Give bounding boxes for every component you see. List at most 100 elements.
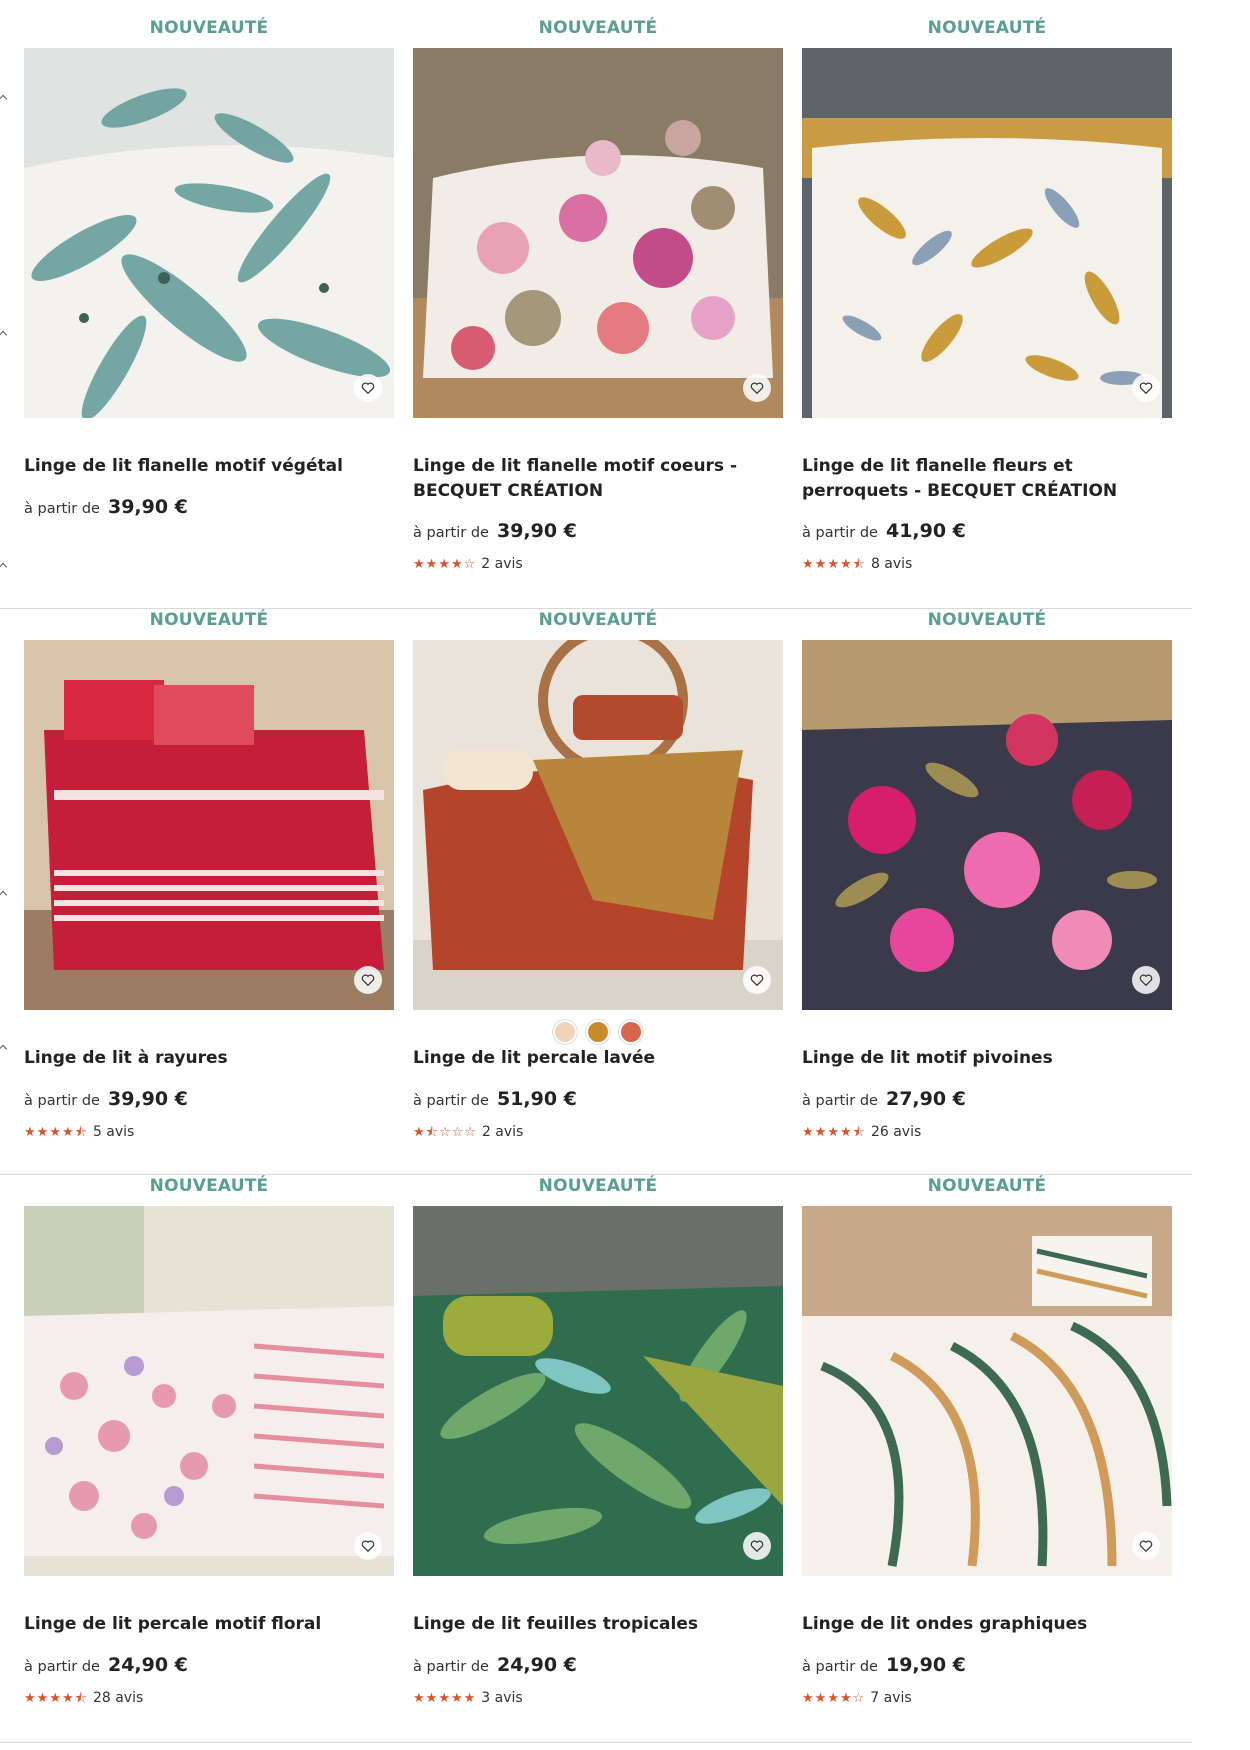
product-photo [413, 1206, 783, 1576]
product-price: à partir de 39,90 € [24, 1088, 188, 1110]
review-count: 2 avis [481, 1124, 524, 1140]
color-swatch[interactable] [553, 1020, 577, 1044]
new-badge: NOUVEAUTÉ [149, 18, 269, 38]
price-value: 51,90 € [496, 1088, 577, 1110]
new-badge: NOUVEAUTÉ [538, 610, 658, 630]
product-price: à partir de 41,90 € [802, 520, 966, 542]
star-icon: ★ [438, 1690, 450, 1706]
price-from-label: à partir de [802, 1093, 878, 1109]
star-icon: ★ [802, 556, 814, 572]
favorite-button[interactable] [743, 374, 771, 402]
product-title[interactable]: Linge de lit à rayures [24, 1046, 394, 1071]
favorite-button[interactable] [354, 1532, 382, 1560]
star-icon: ★ [814, 1690, 827, 1706]
heart-icon [1139, 974, 1153, 987]
color-swatch[interactable] [586, 1020, 610, 1044]
star-icon: ★ [814, 1124, 827, 1140]
star-icon: ★ [802, 1124, 814, 1140]
star-icon: ⯪ [74, 1690, 87, 1706]
product-rating[interactable]: ★ ⯪ ☆ ☆ ☆ 2 avis [413, 1124, 523, 1140]
product-title[interactable]: Linge de lit feuilles tropicales [413, 1612, 783, 1637]
favorite-button[interactable] [1132, 966, 1160, 994]
rating-stars: ★ ★ ★ ★ ⯪ [802, 1126, 865, 1139]
product-title[interactable]: Linge de lit flanelle motif coeurs - BEC… [413, 454, 783, 504]
product-price: à partir de 19,90 € [802, 1654, 966, 1676]
star-icon: ★ [24, 1690, 36, 1706]
favorite-button[interactable] [354, 966, 382, 994]
star-icon: ★ [438, 556, 450, 572]
edge-arrow-icon [0, 562, 8, 572]
color-swatch[interactable] [619, 1020, 643, 1044]
parrots-bedding-image[interactable] [802, 48, 1172, 418]
star-icon: ⯪ [425, 1124, 438, 1140]
star-icon: ★ [802, 1690, 814, 1706]
product-rating[interactable]: ★ ★ ★ ★ ☆ 2 avis [413, 556, 523, 572]
new-badge: NOUVEAUTÉ [538, 18, 658, 38]
review-count: 8 avis [870, 556, 913, 572]
product-rating[interactable]: ★ ★ ★ ★ ★ 3 avis [413, 1690, 523, 1706]
waves-bedding-image[interactable] [802, 1206, 1172, 1576]
product-photo [24, 1206, 394, 1576]
rating-stars: ★ ★ ★ ★ ⯪ [24, 1126, 87, 1139]
product-rating[interactable]: ★ ★ ★ ★ ☆ 7 avis [802, 1690, 912, 1706]
star-icon: ★ [827, 1124, 839, 1140]
star-icon: ★ [413, 556, 425, 572]
product-title[interactable]: Linge de lit flanelle motif végétal [24, 454, 394, 479]
favorite-button[interactable] [1132, 374, 1160, 402]
price-from-label: à partir de [24, 1093, 100, 1109]
product-price: à partir de 39,90 € [413, 520, 577, 542]
star-icon: ☆ [463, 556, 476, 572]
stripes-bedding-image[interactable] [24, 640, 394, 1010]
star-icon: ☆ [852, 1690, 865, 1706]
new-badge: NOUVEAUTÉ [927, 1176, 1047, 1196]
heart-icon [361, 382, 375, 395]
price-from-label: à partir de [24, 501, 100, 517]
floral-bedding-image[interactable] [24, 1206, 394, 1576]
star-icon: ☆ [438, 1124, 451, 1140]
tropical-bedding-image[interactable] [413, 1206, 783, 1576]
leaf-bedding-image[interactable] [24, 48, 394, 418]
heart-icon [361, 1540, 375, 1553]
star-icon: ★ [24, 1124, 36, 1140]
product-rating[interactable]: ★ ★ ★ ★ ⯪ 8 avis [802, 556, 912, 572]
star-icon: ★ [413, 1690, 425, 1706]
star-icon: ★ [49, 1690, 61, 1706]
star-icon: ★ [36, 1124, 49, 1140]
product-title[interactable]: Linge de lit motif pivoines [802, 1046, 1172, 1071]
favorite-button[interactable] [354, 374, 382, 402]
edge-arrow-icon [0, 330, 8, 340]
washed-percale-bedding-image[interactable] [413, 640, 783, 1010]
favorite-button[interactable] [1132, 1532, 1160, 1560]
heart-icon [1139, 382, 1153, 395]
product-price: à partir de 51,90 € [413, 1088, 577, 1110]
edge-arrow-icon [0, 890, 8, 900]
star-icon: ☆ [464, 1124, 476, 1140]
product-rating[interactable]: ★ ★ ★ ★ ⯪ 5 avis [24, 1124, 134, 1140]
price-from-label: à partir de [413, 1093, 489, 1109]
product-photo [802, 48, 1172, 418]
favorite-button[interactable] [743, 966, 771, 994]
favorite-button[interactable] [743, 1532, 771, 1560]
product-title[interactable]: Linge de lit percale lavée [413, 1046, 783, 1071]
new-badge: NOUVEAUTÉ [149, 1176, 269, 1196]
product-title[interactable]: Linge de lit ondes graphiques [802, 1612, 1172, 1637]
row-divider [0, 608, 1192, 609]
product-rating[interactable]: ★ ★ ★ ★ ⯪ 28 avis [24, 1690, 143, 1706]
review-count: 7 avis [870, 1690, 912, 1706]
star-icon: ★ [425, 1690, 438, 1706]
peonies-bedding-image[interactable] [802, 640, 1172, 1010]
product-photo [24, 48, 394, 418]
review-count: 5 avis [92, 1124, 135, 1140]
product-price: à partir de 27,90 € [802, 1088, 966, 1110]
price-from-label: à partir de [24, 1659, 100, 1675]
star-icon: ★ [36, 1690, 49, 1706]
product-title[interactable]: Linge de lit flanelle fleurs et perroque… [802, 454, 1172, 504]
product-rating[interactable]: ★ ★ ★ ★ ⯪ 26 avis [802, 1124, 921, 1140]
product-price: à partir de 39,90 € [24, 496, 188, 518]
new-badge: NOUVEAUTÉ [927, 18, 1047, 38]
new-badge: NOUVEAUTÉ [538, 1176, 658, 1196]
hearts-bedding-image[interactable] [413, 48, 783, 418]
product-photo [802, 1206, 1172, 1576]
product-title[interactable]: Linge de lit percale motif floral [24, 1612, 394, 1637]
price-value: 39,90 € [107, 1088, 188, 1110]
